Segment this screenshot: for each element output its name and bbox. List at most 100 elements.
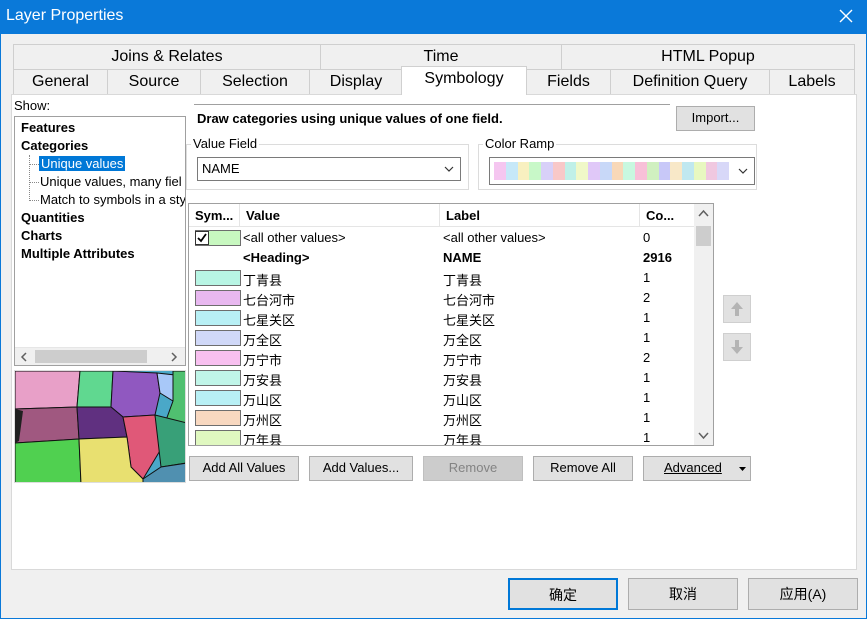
- tree-item-features[interactable]: Features: [21, 120, 75, 135]
- row-symbol-swatch[interactable]: [195, 330, 241, 346]
- symbology-description: Draw categories using unique values of o…: [194, 104, 670, 132]
- table-row[interactable]: 万全区 万全区 1: [189, 328, 695, 348]
- tree-item-categories[interactable]: Categories: [21, 138, 88, 153]
- table-row[interactable]: 万宁市 万宁市 2: [189, 348, 695, 368]
- table-row[interactable]: 万年县 万年县 1: [189, 428, 695, 446]
- row-label[interactable]: 丁青县: [443, 270, 482, 289]
- table-row[interactable]: 七台河市 七台河市 2: [189, 288, 695, 308]
- column-header-value[interactable]: Value: [246, 208, 280, 223]
- show-tree[interactable]: Features Categories Unique values Unique…: [14, 116, 186, 366]
- tab-display[interactable]: Display: [309, 69, 403, 94]
- row-symbol-swatch[interactable]: [195, 350, 241, 366]
- table-row[interactable]: 万州区 万州区 1: [189, 408, 695, 428]
- color-ramp-swatch: [670, 162, 682, 180]
- value-field-select[interactable]: NAME: [197, 157, 461, 181]
- add-all-values-button[interactable]: Add All Values: [189, 456, 299, 481]
- table-scroll-thumb[interactable]: [696, 226, 711, 246]
- tab-labels[interactable]: Labels: [769, 69, 855, 94]
- row-label[interactable]: 万安县: [443, 370, 482, 389]
- column-header-count[interactable]: Co...: [646, 208, 674, 223]
- tree-item-unique-values[interactable]: Unique values: [39, 156, 126, 171]
- tree-item-match-to-symbols[interactable]: Match to symbols in a sty: [40, 192, 185, 207]
- tab-selection[interactable]: Selection: [200, 69, 310, 94]
- scroll-right-icon[interactable]: [169, 352, 179, 362]
- advanced-label: Advanced: [664, 460, 722, 475]
- remove-all-button[interactable]: Remove All: [533, 456, 633, 481]
- tab-fields[interactable]: Fields: [526, 69, 611, 94]
- color-ramp-swatch: [541, 162, 553, 180]
- row-label[interactable]: 万州区: [443, 410, 482, 429]
- table-vertical-scrollbar[interactable]: [694, 204, 713, 445]
- row-label[interactable]: 万山区: [443, 390, 482, 409]
- row-symbol-swatch[interactable]: [195, 270, 241, 286]
- tab-html-popup[interactable]: HTML Popup: [561, 44, 855, 69]
- tree-item-unique-values-many-fields[interactable]: Unique values, many fiel: [40, 174, 182, 189]
- row-label[interactable]: 七星关区: [443, 310, 495, 329]
- table-row[interactable]: <all other values> <all other values> 0: [189, 228, 695, 248]
- row-symbol-swatch[interactable]: [195, 410, 241, 426]
- row-label[interactable]: 万宁市: [443, 350, 482, 369]
- scroll-down-icon[interactable]: [698, 432, 709, 440]
- column-separator[interactable]: [639, 204, 640, 227]
- tree-item-multiple-attributes[interactable]: Multiple Attributes: [21, 246, 135, 261]
- import-button[interactable]: Import...: [676, 106, 755, 131]
- row-symbol-swatch[interactable]: [195, 290, 241, 306]
- row-value: 万安县: [243, 373, 283, 388]
- row-value: 万宁市: [243, 353, 283, 368]
- row-label[interactable]: 万年县: [443, 430, 482, 445]
- table-row[interactable]: 万山区 万山区 1: [189, 388, 695, 408]
- title-bar: Layer Properties: [0, 0, 867, 34]
- chevron-down-icon: [738, 168, 748, 174]
- color-ramp-swatch: [717, 162, 729, 180]
- row-count: 2916: [643, 250, 672, 265]
- row-count: 1: [643, 270, 651, 285]
- row-label[interactable]: 七台河市: [443, 290, 495, 309]
- row-symbol-swatch[interactable]: [195, 430, 241, 445]
- row-symbol-swatch[interactable]: [195, 390, 241, 406]
- column-separator[interactable]: [439, 204, 440, 227]
- row-value: 万年县: [243, 433, 283, 446]
- checkbox[interactable]: [195, 231, 209, 245]
- table-row-heading[interactable]: <Heading> NAME 2916: [189, 248, 695, 268]
- tab-symbology[interactable]: Symbology: [401, 66, 527, 95]
- row-label[interactable]: <all other values>: [443, 230, 546, 245]
- color-ramp-select[interactable]: [489, 157, 755, 185]
- row-value: <all other values>: [243, 230, 346, 245]
- scroll-left-icon[interactable]: [19, 352, 29, 362]
- tab-definition-query[interactable]: Definition Query: [610, 69, 770, 94]
- column-separator[interactable]: [239, 204, 240, 227]
- close-button[interactable]: [833, 4, 859, 28]
- column-header-label[interactable]: Label: [446, 208, 480, 223]
- cancel-button[interactable]: 取消: [628, 578, 738, 610]
- remove-button[interactable]: Remove: [423, 456, 523, 481]
- add-values-button[interactable]: Add Values...: [309, 456, 413, 481]
- color-ramp-swatch: [635, 162, 647, 180]
- move-down-button[interactable]: [723, 333, 751, 361]
- row-label[interactable]: NAME: [443, 250, 481, 265]
- tab-general[interactable]: General: [13, 69, 108, 94]
- color-ramp-swatch: [646, 162, 659, 180]
- table-row[interactable]: 七星关区 七星关区 1: [189, 308, 695, 328]
- row-value: 丁青县: [243, 273, 283, 288]
- row-symbol-swatch[interactable]: [195, 310, 241, 326]
- advanced-button[interactable]: Advanced: [643, 456, 751, 481]
- row-symbol-swatch[interactable]: [195, 370, 241, 386]
- show-label: Show:: [14, 98, 51, 113]
- row-label[interactable]: 万全区: [443, 330, 482, 349]
- tab-source[interactable]: Source: [107, 69, 201, 94]
- tree-horizontal-scrollbar[interactable]: [15, 347, 185, 365]
- table-row[interactable]: 万安县 万安县 1: [189, 368, 695, 388]
- apply-button[interactable]: 应用(A): [748, 578, 858, 610]
- move-up-button[interactable]: [723, 295, 751, 323]
- color-ramp-swatch: [658, 162, 671, 180]
- table-row[interactable]: 丁青县 丁青县 1: [189, 268, 695, 288]
- ok-button[interactable]: 确定: [508, 578, 618, 610]
- row-symbol-swatch[interactable]: [195, 230, 241, 246]
- values-table[interactable]: Sym... Value Label Co... <all other valu…: [188, 203, 714, 446]
- tree-item-charts[interactable]: Charts: [21, 228, 62, 243]
- tab-joins-relates[interactable]: Joins & Relates: [13, 44, 321, 69]
- column-header-symbol[interactable]: Sym...: [195, 208, 233, 223]
- tree-item-quantities[interactable]: Quantities: [21, 210, 85, 225]
- scroll-up-icon[interactable]: [698, 209, 709, 217]
- tree-scroll-thumb[interactable]: [35, 350, 147, 363]
